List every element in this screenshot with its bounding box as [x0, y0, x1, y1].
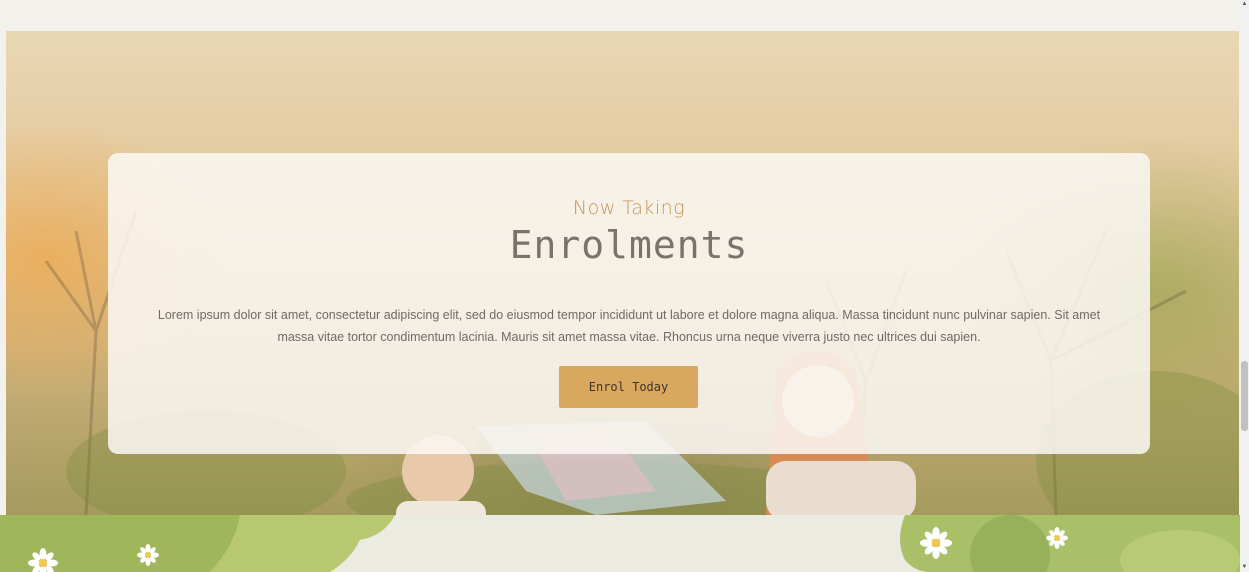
description-text: Lorem ipsum dolor sit amet, consectetur … [157, 307, 1101, 344]
scrollbar-thumb[interactable] [1241, 361, 1248, 431]
daisy-flower-icon [28, 548, 58, 572]
scroll-down-arrow-icon[interactable]: ▼ [1240, 563, 1249, 572]
daisy-flower-icon [1046, 527, 1068, 549]
eyebrow-text: Now Taking [572, 197, 686, 219]
enrol-today-button[interactable]: Enrol Today [559, 366, 698, 408]
hero-banner: Now Taking Enrolments Lorem ipsum dolor … [6, 31, 1239, 515]
decorative-footer-strip [0, 515, 1240, 572]
daisy-flower-icon [920, 527, 952, 559]
section-title: Enrolments [509, 223, 749, 267]
enrolment-card: Now Taking Enrolments Lorem ipsum dolor … [108, 153, 1150, 454]
daisy-flower-icon [137, 544, 159, 566]
vertical-scrollbar[interactable]: ▲ ▼ [1240, 0, 1249, 572]
scroll-up-arrow-icon[interactable]: ▲ [1240, 0, 1249, 9]
